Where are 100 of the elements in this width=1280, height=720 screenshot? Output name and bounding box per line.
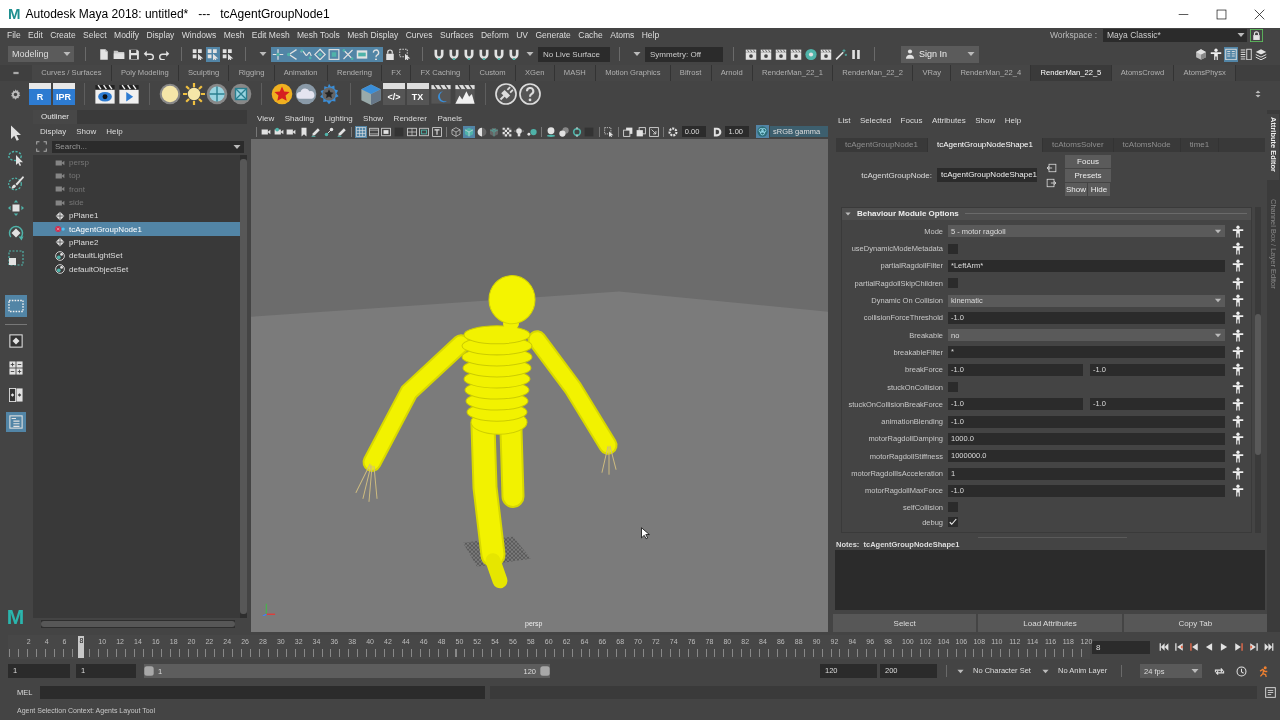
- maximize-icon[interactable]: [1216, 8, 1227, 20]
- menu-item[interactable]: UV: [516, 30, 528, 40]
- slider-handle-icon[interactable]: [144, 665, 154, 677]
- person-figure-icon[interactable]: [1232, 415, 1244, 429]
- checkerboard-icon[interactable]: [500, 125, 513, 138]
- checkbox[interactable]: [948, 243, 958, 254]
- footer-button[interactable]: Copy Tab: [1123, 614, 1267, 632]
- checkbox[interactable]: [948, 502, 958, 512]
- menu-item[interactable]: Focus: [900, 116, 923, 126]
- menu-item[interactable]: Show: [76, 126, 97, 136]
- skip-to-start-icon[interactable]: [1159, 642, 1169, 652]
- clapperboard-icon[interactable]: [774, 46, 788, 62]
- person-figure-icon[interactable]: [1209, 46, 1223, 62]
- symmetry-dropdown[interactable]: Symmetry: Off: [645, 46, 723, 62]
- caret-down-icon[interactable]: [633, 50, 641, 58]
- two-spheres-icon[interactable]: [558, 125, 571, 138]
- lock-icon[interactable]: [383, 46, 397, 62]
- cursor-squares-icon[interactable]: [206, 46, 220, 62]
- node-tab[interactable]: tcAgentGroupNode1: [836, 137, 928, 152]
- menu-item[interactable]: Help: [106, 126, 123, 136]
- quartered-rectangle-icon[interactable]: [405, 125, 418, 138]
- light-bulb-icon[interactable]: [513, 125, 526, 138]
- section-header[interactable]: Behaviour Module Options: [842, 207, 1251, 220]
- node-tab[interactable]: tcAtomsSolver: [1043, 137, 1114, 152]
- hide-button[interactable]: Hide: [1088, 182, 1110, 196]
- cursor-squares-icon[interactable]: [191, 46, 205, 62]
- curve-icon[interactable]: [299, 46, 313, 62]
- caret-down-icon[interactable]: [259, 50, 267, 58]
- menu-item[interactable]: List: [838, 116, 851, 126]
- star-badge-icon[interactable]: [271, 83, 293, 105]
- aperture-icon[interactable]: [667, 125, 680, 138]
- diamond-icon[interactable]: [313, 46, 327, 62]
- step-forward-frame-icon[interactable]: [1234, 642, 1244, 652]
- menu-item[interactable]: Show: [363, 113, 384, 123]
- arrow-into-box-icon[interactable]: [1046, 162, 1057, 173]
- shelf-button[interactable]: IPR: [52, 83, 75, 105]
- list-layout-icon[interactable]: [5, 412, 26, 432]
- magic-wand-icon[interactable]: [834, 46, 848, 62]
- step-back-key-icon[interactable]: [1174, 642, 1184, 652]
- striped-rectangle-icon[interactable]: [367, 125, 380, 138]
- menu-item[interactable]: Modify: [114, 30, 140, 40]
- menu-item[interactable]: Panels: [437, 113, 462, 123]
- menu-item[interactable]: Atoms: [610, 30, 635, 40]
- person-figure-icon[interactable]: [1232, 242, 1244, 256]
- corner-brackets-icon[interactable]: [36, 141, 47, 152]
- two-column-panel-icon[interactable]: [1224, 46, 1238, 62]
- star-gear-icon[interactable]: [318, 83, 340, 105]
- scrollbar[interactable]: [240, 155, 247, 618]
- cursor-squares-icon[interactable]: [221, 46, 235, 62]
- menu-item[interactable]: Mesh Tools: [297, 30, 340, 40]
- caret-down-icon[interactable]: [233, 142, 241, 151]
- disc-icon[interactable]: [804, 46, 818, 62]
- step-back-frame-icon[interactable]: [1189, 642, 1199, 652]
- person-figure-icon[interactable]: [1232, 276, 1244, 290]
- menu-item[interactable]: Display: [40, 126, 67, 136]
- scrollbar[interactable]: [41, 620, 235, 628]
- sun-icon[interactable]: [182, 83, 205, 105]
- clapperboard-icon[interactable]: [819, 46, 833, 62]
- play-backwards-icon[interactable]: [1204, 642, 1214, 652]
- menu-item[interactable]: Curves: [405, 30, 433, 40]
- layers-icon[interactable]: [1254, 46, 1268, 62]
- menu-item[interactable]: Selected: [859, 116, 892, 126]
- clock-icon[interactable]: [1236, 665, 1247, 677]
- menu-item[interactable]: Edit Mesh: [251, 30, 290, 40]
- menu-item[interactable]: Generate: [535, 30, 571, 40]
- camera-dot-icon[interactable]: [272, 125, 285, 138]
- lock-icon[interactable]: [1250, 28, 1263, 42]
- menu-item[interactable]: Help: [1004, 116, 1022, 126]
- shelf-button[interactable]: </>: [383, 83, 405, 105]
- person-figure-icon[interactable]: [1232, 328, 1244, 342]
- menu-item[interactable]: Create: [50, 30, 76, 40]
- person-figure-icon[interactable]: [1232, 432, 1244, 446]
- notes-field[interactable]: [835, 550, 1265, 611]
- dash-icon[interactable]: [11, 70, 21, 76]
- menu-item[interactable]: Edit: [28, 30, 43, 40]
- arrow-out-of-box-icon[interactable]: [1046, 177, 1057, 188]
- wireframe-cube-icon[interactable]: [450, 125, 463, 138]
- gear-icon[interactable]: [10, 88, 21, 100]
- person-figure-icon[interactable]: [1232, 397, 1244, 411]
- menu-item[interactable]: Help: [641, 30, 660, 40]
- globe-icon[interactable]: [206, 83, 228, 105]
- node-tab[interactable]: tcAgentGroupNodeShape1: [927, 137, 1043, 152]
- live-surface-dropdown[interactable]: No Live Surface: [538, 46, 610, 62]
- menu-item[interactable]: Show: [975, 116, 996, 126]
- page-icon[interactable]: [97, 46, 111, 62]
- focus-button[interactable]: Focus: [1065, 154, 1111, 168]
- plug-icon[interactable]: [495, 83, 517, 105]
- loop-icon[interactable]: [1214, 665, 1225, 677]
- menu-item[interactable]: Display: [146, 30, 175, 40]
- skip-to-end-icon[interactable]: [1264, 642, 1274, 652]
- cloud-icon[interactable]: [294, 83, 317, 105]
- command-input-field[interactable]: [40, 685, 485, 699]
- person-figure-icon[interactable]: [1232, 259, 1244, 273]
- outliner-item[interactable]: defaultObjectSet: [33, 262, 240, 276]
- box-icon[interactable]: [359, 83, 382, 105]
- crescent-moon-icon[interactable]: [430, 83, 452, 105]
- overlapping-squares-icon[interactable]: [635, 125, 648, 138]
- footer-button[interactable]: Load Attributes: [978, 614, 1122, 632]
- menu-item[interactable]: Select: [83, 30, 107, 40]
- checkbox[interactable]: [948, 278, 958, 289]
